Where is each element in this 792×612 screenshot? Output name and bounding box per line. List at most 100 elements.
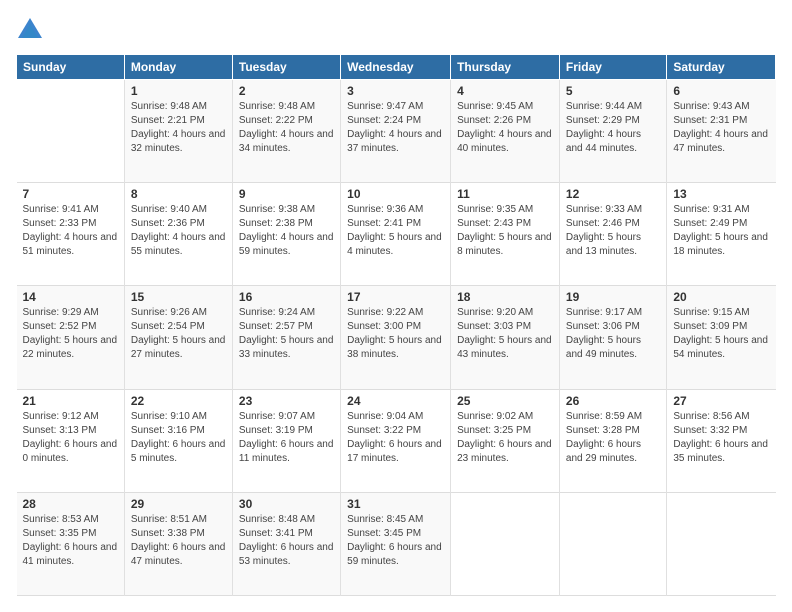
cell-content: Sunrise: 9:35 AMSunset: 2:43 PMDaylight:… <box>457 203 553 259</box>
cell-content: Sunrise: 9:47 AMSunset: 2:24 PMDaylight:… <box>347 100 444 156</box>
day-number: 14 <box>23 290 118 304</box>
cell-content: Sunrise: 9:36 AMSunset: 2:41 PMDaylight:… <box>347 203 444 259</box>
day-cell-24: 24 Sunrise: 9:04 AMSunset: 3:22 PMDayligh… <box>341 389 451 492</box>
week-row-5: 28 Sunrise: 8:53 AMSunset: 3:35 PMDayligh… <box>17 492 776 595</box>
day-number: 28 <box>23 497 118 511</box>
empty-cell <box>667 492 776 595</box>
day-cell-23: 23 Sunrise: 9:07 AMSunset: 3:19 PMDayligh… <box>232 389 340 492</box>
cell-content: Sunrise: 9:41 AMSunset: 2:33 PMDaylight:… <box>23 203 118 259</box>
day-cell-30: 30 Sunrise: 8:48 AMSunset: 3:41 PMDayligh… <box>232 492 340 595</box>
day-number: 11 <box>457 187 553 201</box>
day-cell-10: 10 Sunrise: 9:36 AMSunset: 2:41 PMDayligh… <box>341 183 451 286</box>
cell-content: Sunrise: 9:44 AMSunset: 2:29 PMDaylight:… <box>566 100 660 156</box>
day-number: 22 <box>131 394 226 408</box>
day-header-tuesday: Tuesday <box>232 55 340 80</box>
day-cell-19: 19 Sunrise: 9:17 AMSunset: 3:06 PMDayligh… <box>559 286 666 389</box>
day-cell-22: 22 Sunrise: 9:10 AMSunset: 3:16 PMDayligh… <box>124 389 232 492</box>
day-cell-17: 17 Sunrise: 9:22 AMSunset: 3:00 PMDayligh… <box>341 286 451 389</box>
day-cell-3: 3 Sunrise: 9:47 AMSunset: 2:24 PMDaylight… <box>341 80 451 183</box>
day-cell-11: 11 Sunrise: 9:35 AMSunset: 2:43 PMDayligh… <box>451 183 560 286</box>
calendar-page: SundayMondayTuesdayWednesdayThursdayFrid… <box>0 0 792 612</box>
day-number: 21 <box>23 394 118 408</box>
week-row-2: 7 Sunrise: 9:41 AMSunset: 2:33 PMDaylight… <box>17 183 776 286</box>
day-number: 19 <box>566 290 660 304</box>
cell-content: Sunrise: 9:15 AMSunset: 3:09 PMDaylight:… <box>673 306 769 362</box>
logo <box>16 16 48 44</box>
day-number: 25 <box>457 394 553 408</box>
day-cell-26: 26 Sunrise: 8:59 AMSunset: 3:28 PMDayligh… <box>559 389 666 492</box>
day-number: 30 <box>239 497 334 511</box>
day-cell-28: 28 Sunrise: 8:53 AMSunset: 3:35 PMDayligh… <box>17 492 125 595</box>
cell-content: Sunrise: 9:38 AMSunset: 2:38 PMDaylight:… <box>239 203 334 259</box>
day-cell-12: 12Sunrise: 9:33 AMSunset: 2:46 PMDayligh… <box>559 183 666 286</box>
day-cell-7: 7 Sunrise: 9:41 AMSunset: 2:33 PMDaylight… <box>17 183 125 286</box>
cell-content: Sunrise: 8:56 AMSunset: 3:32 PMDaylight:… <box>673 410 769 466</box>
cell-content: Sunrise: 9:17 AMSunset: 3:06 PMDaylight:… <box>566 306 660 362</box>
day-cell-9: 9 Sunrise: 9:38 AMSunset: 2:38 PMDaylight… <box>232 183 340 286</box>
cell-content: Sunrise: 9:20 AMSunset: 3:03 PMDaylight:… <box>457 306 553 362</box>
day-number: 13 <box>673 187 769 201</box>
cell-content: Sunrise: 8:51 AMSunset: 3:38 PMDaylight:… <box>131 513 226 569</box>
day-number: 6 <box>673 84 769 98</box>
day-cell-31: 31Sunrise: 8:45 AMSunset: 3:45 PMDayligh… <box>341 492 451 595</box>
day-number: 23 <box>239 394 334 408</box>
cell-content: Sunrise: 9:04 AMSunset: 3:22 PMDaylight:… <box>347 410 444 466</box>
cell-content: Sunrise: 9:12 AMSunset: 3:13 PMDaylight:… <box>23 410 118 466</box>
logo-icon <box>16 16 44 44</box>
day-number: 24 <box>347 394 444 408</box>
day-cell-14: 14 Sunrise: 9:29 AMSunset: 2:52 PMDayligh… <box>17 286 125 389</box>
day-header-row: SundayMondayTuesdayWednesdayThursdayFrid… <box>17 55 776 80</box>
day-number: 5 <box>566 84 660 98</box>
day-header-friday: Friday <box>559 55 666 80</box>
day-number: 4 <box>457 84 553 98</box>
day-cell-1: 1 Sunrise: 9:48 AMSunset: 2:21 PMDaylight… <box>124 80 232 183</box>
day-number: 9 <box>239 187 334 201</box>
day-cell-13: 13 Sunrise: 9:31 AMSunset: 2:49 PMDayligh… <box>667 183 776 286</box>
cell-content: Sunrise: 9:10 AMSunset: 3:16 PMDaylight:… <box>131 410 226 466</box>
cell-content: Sunrise: 9:48 AMSunset: 2:22 PMDaylight:… <box>239 100 334 156</box>
day-header-saturday: Saturday <box>667 55 776 80</box>
day-header-wednesday: Wednesday <box>341 55 451 80</box>
cell-content: Sunrise: 9:31 AMSunset: 2:49 PMDaylight:… <box>673 203 769 259</box>
cell-content: Sunrise: 9:22 AMSunset: 3:00 PMDaylight:… <box>347 306 444 362</box>
day-cell-21: 21 Sunrise: 9:12 AMSunset: 3:13 PMDayligh… <box>17 389 125 492</box>
day-cell-25: 25Sunrise: 9:02 AMSunset: 3:25 PMDayligh… <box>451 389 560 492</box>
empty-cell <box>559 492 666 595</box>
day-header-sunday: Sunday <box>17 55 125 80</box>
day-header-monday: Monday <box>124 55 232 80</box>
day-header-thursday: Thursday <box>451 55 560 80</box>
day-number: 8 <box>131 187 226 201</box>
week-row-3: 14 Sunrise: 9:29 AMSunset: 2:52 PMDayligh… <box>17 286 776 389</box>
day-cell-29: 29 Sunrise: 8:51 AMSunset: 3:38 PMDayligh… <box>124 492 232 595</box>
empty-cell <box>451 492 560 595</box>
day-number: 27 <box>673 394 769 408</box>
day-number: 10 <box>347 187 444 201</box>
day-number: 7 <box>23 187 118 201</box>
cell-content: Sunrise: 9:48 AMSunset: 2:21 PMDaylight:… <box>131 100 226 156</box>
cell-content: Sunrise: 8:59 AMSunset: 3:28 PMDaylight:… <box>566 410 660 466</box>
day-number: 3 <box>347 84 444 98</box>
cell-content: Sunrise: 9:40 AMSunset: 2:36 PMDaylight:… <box>131 203 226 259</box>
cell-content: Sunrise: 8:45 AMSunset: 3:45 PMDaylight:… <box>347 513 444 569</box>
day-cell-4: 4Sunrise: 9:45 AMSunset: 2:26 PMDaylight… <box>451 80 560 183</box>
day-cell-16: 16Sunrise: 9:24 AMSunset: 2:57 PMDayligh… <box>232 286 340 389</box>
cell-content: Sunrise: 9:43 AMSunset: 2:31 PMDaylight:… <box>673 100 769 156</box>
day-number: 15 <box>131 290 226 304</box>
day-number: 1 <box>131 84 226 98</box>
cell-content: Sunrise: 9:29 AMSunset: 2:52 PMDaylight:… <box>23 306 118 362</box>
day-cell-27: 27 Sunrise: 8:56 AMSunset: 3:32 PMDayligh… <box>667 389 776 492</box>
day-cell-2: 2Sunrise: 9:48 AMSunset: 2:22 PMDaylight… <box>232 80 340 183</box>
header <box>16 16 776 44</box>
cell-content: Sunrise: 9:07 AMSunset: 3:19 PMDaylight:… <box>239 410 334 466</box>
day-cell-6: 6 Sunrise: 9:43 AMSunset: 2:31 PMDaylight… <box>667 80 776 183</box>
cell-content: Sunrise: 8:48 AMSunset: 3:41 PMDaylight:… <box>239 513 334 569</box>
cell-content: Sunrise: 9:26 AMSunset: 2:54 PMDaylight:… <box>131 306 226 362</box>
day-number: 29 <box>131 497 226 511</box>
day-number: 17 <box>347 290 444 304</box>
day-number: 20 <box>673 290 769 304</box>
day-cell-18: 18Sunrise: 9:20 AMSunset: 3:03 PMDayligh… <box>451 286 560 389</box>
day-number: 26 <box>566 394 660 408</box>
cell-content: Sunrise: 8:53 AMSunset: 3:35 PMDaylight:… <box>23 513 118 569</box>
empty-cell <box>17 80 125 183</box>
day-cell-15: 15 Sunrise: 9:26 AMSunset: 2:54 PMDayligh… <box>124 286 232 389</box>
